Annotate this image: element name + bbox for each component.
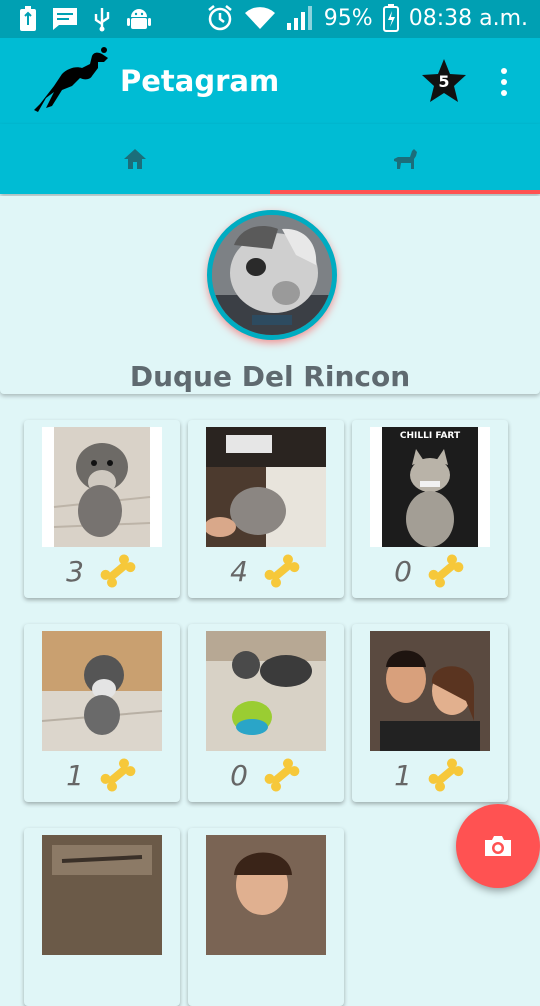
home-icon — [124, 149, 146, 169]
dog-photo — [206, 631, 326, 751]
bone-icon — [264, 554, 300, 588]
tab-bar — [0, 124, 540, 194]
message-icon — [53, 8, 77, 30]
dog-photo — [206, 427, 326, 547]
dog-photo — [42, 631, 162, 751]
bone-icon — [100, 758, 136, 792]
photo-card[interactable]: 3 — [24, 420, 180, 598]
photo-thumbnail — [370, 631, 490, 751]
photo-card[interactable]: 1 — [24, 624, 180, 802]
like-count: 0 — [230, 758, 248, 792]
photo-card[interactable]: 4 — [188, 420, 344, 598]
favorites-count: 5 — [438, 72, 450, 91]
wifi-icon — [244, 7, 275, 30]
battery-percent: 95% — [323, 5, 373, 31]
like-count: 3 — [66, 554, 84, 588]
bone-icon — [428, 758, 464, 792]
android-debug-icon — [127, 9, 151, 29]
camera-fab-button[interactable] — [456, 804, 540, 888]
photo-card[interactable]: 1 — [352, 624, 508, 802]
profile-avatar[interactable] — [207, 210, 337, 340]
cat-photo — [370, 427, 490, 547]
signal-icon — [286, 6, 312, 30]
photo-thumbnail — [42, 835, 162, 955]
bone-icon — [428, 554, 464, 588]
photo-thumbnail — [206, 835, 326, 955]
status-time: 08:38 a.m. — [408, 5, 528, 31]
app-bar: Petagram 5 — [0, 38, 540, 124]
tab-indicator — [270, 190, 540, 194]
like-count: 1 — [66, 758, 84, 792]
profile-card: Duque Del Rincon — [0, 196, 540, 394]
photo-thumbnail — [42, 427, 162, 547]
profile-name: Duque Del Rincon — [129, 360, 411, 393]
photo-thumbnail: CHILLI FART — [370, 427, 490, 547]
photo-card[interactable] — [24, 828, 180, 1006]
photo-caption: CHILLI FART — [399, 431, 461, 441]
camera-icon — [485, 836, 511, 856]
photo-card[interactable] — [188, 828, 344, 1006]
tab-home[interactable] — [0, 124, 270, 194]
bone-icon — [100, 554, 136, 588]
dog-photo — [42, 427, 162, 547]
photo-card[interactable]: CHILLI FART 0 — [352, 420, 508, 598]
battery-charging-icon — [382, 4, 399, 32]
overflow-menu-icon[interactable] — [492, 66, 516, 98]
jumping-dog-logo-icon — [34, 47, 108, 112]
tab-profile[interactable] — [270, 124, 540, 194]
like-count: 1 — [394, 758, 412, 792]
photo-thumbnail — [206, 427, 326, 547]
usb-battery-icon — [20, 6, 36, 31]
photo-thumbnail — [42, 631, 162, 751]
photo-thumbnail — [206, 631, 326, 751]
status-bar: 95% 08:38 a.m. — [0, 0, 540, 38]
couple-photo — [370, 631, 490, 751]
schnauzer-photo — [212, 215, 332, 335]
photo-card[interactable]: 0 — [188, 624, 344, 802]
alarm-icon — [208, 5, 232, 31]
favorites-button[interactable]: 5 — [420, 58, 468, 104]
usb-icon — [94, 8, 110, 32]
like-count: 4 — [230, 554, 248, 588]
person-photo — [206, 835, 326, 955]
app-title: Petagram — [120, 64, 280, 98]
dog-icon — [394, 149, 417, 169]
like-count: 0 — [394, 554, 412, 588]
bone-icon — [264, 758, 300, 792]
car-interior-photo — [42, 835, 162, 955]
